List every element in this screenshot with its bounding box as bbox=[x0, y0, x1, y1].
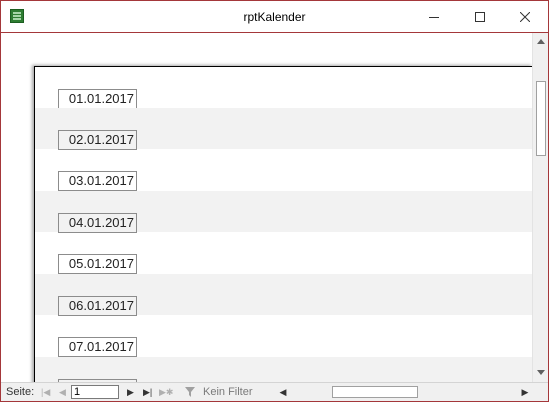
date-field[interactable]: 03.01.2017 bbox=[58, 171, 137, 191]
last-page-button[interactable]: ▶| bbox=[143, 383, 152, 401]
scroll-up-button[interactable] bbox=[533, 33, 548, 49]
vertical-scroll-thumb[interactable] bbox=[536, 81, 546, 156]
date-field[interactable]: 01.01.2017 bbox=[58, 89, 137, 109]
filter-icon bbox=[185, 387, 195, 397]
minimize-icon bbox=[429, 16, 439, 18]
navigation-bar: Seite: |◀ ◀ ▶ ▶| ▶✱ Kein Filter ◀ ▶ bbox=[1, 382, 548, 401]
close-button[interactable] bbox=[502, 1, 548, 32]
report-row bbox=[35, 357, 532, 382]
date-field[interactable]: 07.01.2017 bbox=[58, 337, 137, 357]
page-label: Seite: bbox=[6, 386, 35, 398]
date-field[interactable]: 04.01.2017 bbox=[58, 213, 137, 233]
report-page: 01.01.2017 02.01.2017 03.01.2017 04.01.2… bbox=[34, 66, 532, 382]
title-bar[interactable]: rptKalender bbox=[1, 1, 548, 33]
new-record-button[interactable]: ▶✱ bbox=[159, 383, 173, 401]
date-field[interactable]: 06.01.2017 bbox=[58, 296, 137, 316]
close-icon bbox=[520, 11, 530, 22]
report-row: 01.01.2017 bbox=[35, 67, 532, 109]
report-row: 02.01.2017 bbox=[35, 108, 532, 150]
page-number-input[interactable] bbox=[71, 385, 119, 399]
previous-page-button[interactable]: ◀ bbox=[59, 383, 66, 401]
horizontal-scroll-thumb[interactable] bbox=[332, 386, 418, 398]
maximize-button[interactable] bbox=[457, 1, 503, 32]
report-row: 06.01.2017 bbox=[35, 274, 532, 316]
maximize-icon bbox=[475, 11, 485, 22]
report-row: 05.01.2017 bbox=[35, 232, 532, 274]
scroll-left-button[interactable]: ◀ bbox=[276, 384, 290, 400]
scroll-down-button[interactable] bbox=[533, 364, 548, 380]
date-field[interactable]: 02.01.2017 bbox=[58, 130, 137, 150]
filter-label: Kein Filter bbox=[203, 386, 253, 398]
next-page-button[interactable]: ▶ bbox=[127, 383, 134, 401]
vertical-scrollbar[interactable] bbox=[532, 33, 548, 382]
horizontal-scrollbar[interactable]: ◀ ▶ bbox=[276, 384, 532, 400]
first-page-button[interactable]: |◀ bbox=[41, 383, 50, 401]
chevron-down-icon bbox=[537, 369, 545, 375]
minimize-button[interactable] bbox=[411, 1, 457, 32]
chevron-up-icon bbox=[537, 38, 545, 44]
report-window: rptKalender 01.01.2017 02.01.2017 03.01.… bbox=[0, 0, 549, 402]
scroll-right-button[interactable]: ▶ bbox=[518, 384, 532, 400]
date-field[interactable]: 05.01.2017 bbox=[58, 254, 137, 274]
report-row: 07.01.2017 bbox=[35, 315, 532, 357]
report-row: 04.01.2017 bbox=[35, 191, 532, 233]
report-content-area[interactable]: 01.01.2017 02.01.2017 03.01.2017 04.01.2… bbox=[1, 33, 532, 382]
report-row: 03.01.2017 bbox=[35, 149, 532, 191]
filter-status[interactable]: Kein Filter bbox=[185, 383, 253, 401]
